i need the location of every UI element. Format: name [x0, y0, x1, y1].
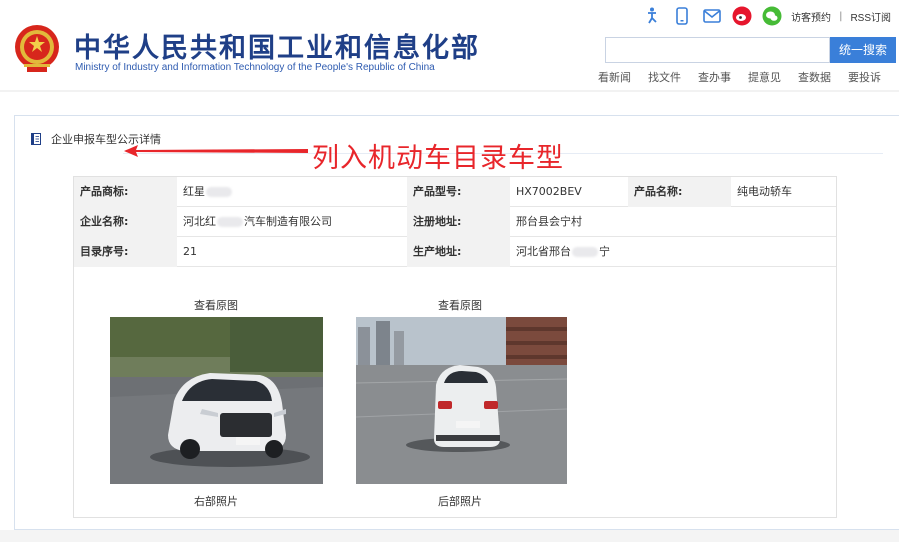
catalog-number-label: 目录序号: — [74, 237, 177, 267]
redacted-blur — [217, 217, 243, 227]
production-address-value: 河北省邢台宁 — [516, 245, 610, 258]
rear-photo-caption: 后部照片 — [438, 495, 482, 508]
quick-link-data[interactable]: 查数据 — [798, 69, 831, 85]
quick-link-feedback[interactable]: 提意见 — [748, 69, 781, 85]
page-footer-band — [0, 530, 899, 542]
view-original-link[interactable]: 查看原图 — [438, 297, 482, 313]
quick-link-services[interactable]: 查办事 — [698, 69, 731, 85]
view-original-link[interactable]: 查看原图 — [194, 297, 238, 313]
wechat-icon[interactable] — [761, 5, 783, 27]
search-input[interactable] — [605, 37, 830, 63]
table-row: 企业名称: 河北红 汽车制造有限公司 注册地址: 邢台县会宁村 — [74, 207, 836, 237]
table-row: 目录序号: 21 生产地址: 河北省邢台宁 — [74, 237, 836, 267]
model-label: 产品型号: — [407, 177, 510, 207]
site-header: 中华人民共和国工业和信息化部 Ministry of Industry and … — [0, 0, 899, 92]
header-divider — [0, 90, 899, 92]
utility-separator: | — [839, 10, 843, 22]
right-side-photo[interactable] — [110, 317, 323, 484]
product-name-label: 产品名称: — [628, 177, 731, 207]
mobile-icon[interactable] — [671, 5, 693, 27]
company-label: 企业名称: — [74, 207, 177, 237]
redacted-blur — [572, 247, 598, 257]
brand-label: 产品商标: — [74, 177, 177, 207]
quick-link-complaint[interactable]: 要投诉 — [848, 69, 881, 85]
national-emblem-icon — [15, 25, 59, 72]
model-value: HX7002BEV — [516, 185, 582, 198]
search-button[interactable]: 统一搜索 — [830, 37, 896, 63]
redacted-blur — [206, 187, 232, 197]
registered-address-value: 邢台县会宁村 — [516, 215, 582, 228]
rear-photo[interactable] — [356, 317, 567, 484]
annotation-text: 列入机动车目录车型 — [312, 143, 564, 174]
quick-links: 看新闻 找文件 查办事 提意见 查数据 要投诉 — [598, 69, 898, 85]
production-address-label: 生产地址: — [407, 237, 510, 267]
quick-link-news[interactable]: 看新闻 — [598, 69, 631, 85]
visitor-appointment-link[interactable]: 访客预约 — [791, 9, 831, 24]
catalog-number-value: 21 — [183, 245, 197, 258]
annotation-arrow-icon — [124, 145, 308, 157]
quick-link-files[interactable]: 找文件 — [648, 69, 681, 85]
book-icon — [31, 133, 41, 145]
table-row: 产品商标: 红星 产品型号: HX7002BEV 产品名称: 纯电动轿车 — [74, 177, 836, 207]
registered-address-label: 注册地址: — [407, 207, 510, 237]
site-subtitle: Ministry of Industry and Information Tec… — [75, 62, 435, 73]
accessibility-icon[interactable] — [641, 5, 663, 27]
site-title[interactable]: 中华人民共和国工业和信息化部 — [74, 26, 480, 65]
product-name-value: 纯电动轿车 — [737, 185, 792, 198]
company-value: 河北红 汽车制造有限公司 — [183, 215, 332, 228]
brand-value: 红星 — [177, 177, 407, 207]
weibo-icon[interactable] — [731, 5, 753, 27]
utility-bar: 访客预约 | RSS订阅 — [633, 4, 891, 28]
right-photo-caption: 右部照片 — [194, 495, 238, 508]
vehicle-detail-table: 产品商标: 红星 产品型号: HX7002BEV 产品名称: 纯电动轿车 企业名… — [73, 176, 837, 518]
rss-link[interactable]: RSS订阅 — [850, 9, 891, 24]
mail-icon[interactable] — [701, 5, 723, 27]
